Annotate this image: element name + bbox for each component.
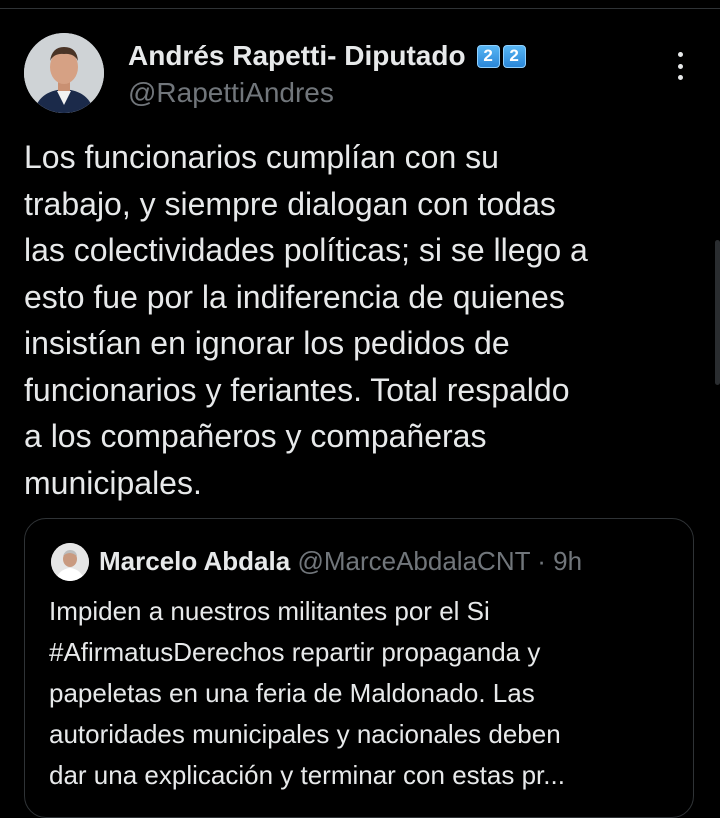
tweet-text-line: a los compañeros y compañeras [24, 418, 487, 454]
keycap-two-icon: 2 [476, 44, 500, 68]
quoted-timestamp[interactable]: 9h [553, 546, 582, 576]
quoted-author-name[interactable]: Marcelo Abdala [99, 546, 290, 576]
quoted-tweet-text: Impiden a nuestros militantes por el Si … [49, 591, 689, 796]
author-avatar[interactable] [24, 33, 104, 113]
tweet-text-line: funcionarios y feriantes. Total respaldo [24, 371, 570, 408]
tweet-text-line: Los funcionarios cumplían con su [24, 139, 499, 175]
quoted-header: Marcelo Abdala @MarceAbdalaCNT · 9h [99, 546, 582, 577]
tweet-text: Los funcionarios cumplían con su trabajo… [24, 134, 694, 506]
tweet-text-line: las colectividades políticas; si se lleg… [24, 232, 588, 268]
author-name[interactable]: Andrés Rapetti- Diputado [128, 40, 466, 72]
name-badges: 2 2 [474, 44, 526, 68]
more-dot [677, 63, 683, 69]
more-options-icon[interactable] [668, 52, 692, 80]
tweet-text-line: insistían en ignorar los pedidos de [24, 325, 510, 361]
quoted-author-avatar[interactable] [51, 543, 89, 581]
quoted-text-line: autoridades municipales y nacionales deb… [49, 719, 561, 749]
tweet-text-line: municipales. [24, 464, 202, 501]
quoted-text-line: #AfirmatusDerechos repartir propaganda y [49, 637, 541, 667]
more-dot [677, 75, 683, 80]
quoted-text-line: Impiden a nuestros militantes por el Si [49, 596, 490, 626]
tweet-text-line: trabajo, y siempre dialogan con todas [24, 185, 556, 222]
quoted-author-handle[interactable]: @MarceAbdalaCNT [297, 546, 530, 576]
more-dot [677, 52, 683, 57]
quoted-text-line: papeletas en una feria de Maldonado. Las [49, 678, 535, 708]
keycap-two-icon: 2 [502, 44, 526, 68]
author-name-row[interactable]: Andrés Rapetti- Diputado 2 2 [128, 40, 526, 72]
scrollbar-thumb[interactable] [715, 240, 720, 385]
top-divider [0, 8, 720, 9]
quoted-separator: · [537, 546, 546, 576]
tweet-text-line: esto fue por la indiferencia de quienes [24, 278, 565, 315]
quoted-text-line: dar una explicación y terminar con estas… [49, 760, 565, 790]
author-handle[interactable]: @RapettiAndres [128, 77, 334, 109]
quoted-tweet-card[interactable]: Marcelo Abdala @MarceAbdalaCNT · 9h Impi… [24, 518, 694, 818]
